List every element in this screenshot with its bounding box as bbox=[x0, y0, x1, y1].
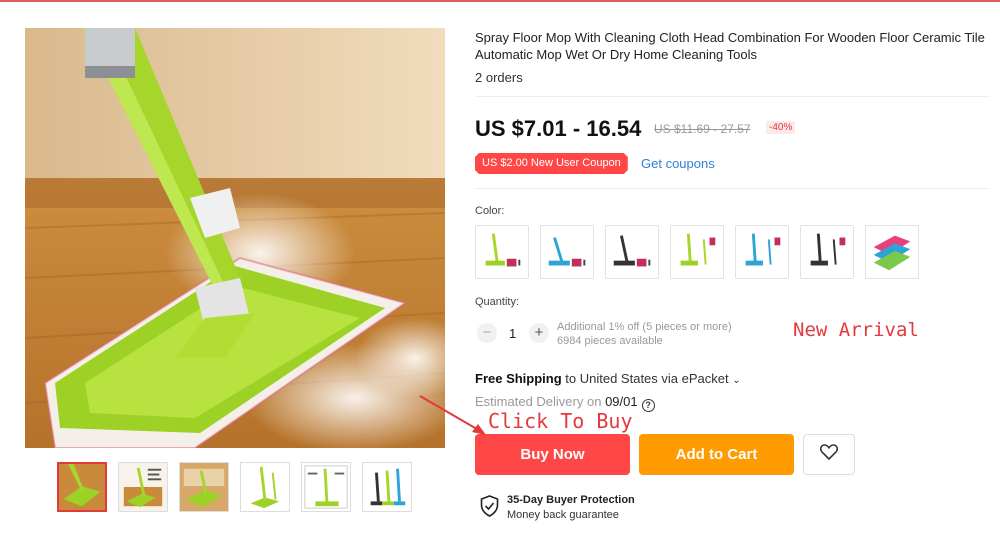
discount-badge: -40% bbox=[766, 121, 796, 134]
bulk-discount-note: Additional 1% off (5 pieces or more) bbox=[557, 321, 732, 333]
thumbnail-2[interactable] bbox=[118, 462, 168, 512]
shipping-destination: to United States via ePacket bbox=[561, 371, 729, 386]
top-border bbox=[0, 0, 1000, 2]
delivery-label: Estimated Delivery on bbox=[475, 394, 606, 409]
swatch-black-mop-2[interactable] bbox=[800, 225, 854, 279]
new-user-coupon[interactable]: US $2.00 New User Coupon bbox=[475, 153, 628, 174]
divider bbox=[475, 188, 990, 189]
shield-check-icon bbox=[480, 495, 499, 522]
quantity-value[interactable]: 1 bbox=[509, 326, 516, 341]
stock-available: 6984 pieces available bbox=[557, 335, 663, 347]
orders-count: 2 orders bbox=[475, 70, 523, 85]
thumbnail-1[interactable] bbox=[57, 462, 107, 512]
heart-icon bbox=[819, 444, 839, 465]
product-title: Spray Floor Mop With Cleaning Cloth Head… bbox=[475, 30, 985, 62]
current-price: US $7.01 - 16.54 bbox=[475, 116, 642, 141]
thumbnail-3[interactable] bbox=[179, 462, 229, 512]
add-to-cart-button[interactable]: Add to Cart bbox=[639, 434, 794, 475]
new-arrival-annotation: New Arrival bbox=[793, 319, 919, 341]
quantity-label: Quantity: bbox=[475, 296, 520, 308]
main-product-image[interactable] bbox=[25, 28, 445, 448]
buy-now-button[interactable]: Buy Now bbox=[475, 434, 630, 475]
color-label: Color: bbox=[475, 205, 505, 217]
swatch-green-mop[interactable] bbox=[475, 225, 529, 279]
swatch-blue-mop-2[interactable] bbox=[735, 225, 789, 279]
thumbnail-strip bbox=[57, 462, 412, 512]
thumbnail-6[interactable] bbox=[362, 462, 412, 512]
shipping-info[interactable]: Free Shipping to United States via ePack… bbox=[475, 371, 741, 386]
quantity-increase-button[interactable]: + bbox=[529, 323, 549, 343]
original-price: US $11.69 - 27.57 bbox=[654, 122, 751, 136]
quantity-note: Additional 1% off (5 pieces or more) 698… bbox=[557, 320, 732, 348]
click-to-buy-annotation: Click To Buy bbox=[488, 409, 633, 433]
color-swatches bbox=[475, 225, 919, 279]
get-coupons-link[interactable]: Get coupons bbox=[641, 156, 715, 171]
swatch-blue-mop[interactable] bbox=[540, 225, 594, 279]
swatch-black-mop[interactable] bbox=[605, 225, 659, 279]
delivery-date: 09/01 bbox=[605, 394, 638, 409]
question-circle-icon[interactable]: ? bbox=[641, 399, 655, 412]
swatch-green-mop-2[interactable] bbox=[670, 225, 724, 279]
divider bbox=[475, 96, 990, 97]
protection-title: 35-Day Buyer Protection bbox=[507, 494, 635, 506]
protection-subtitle: Money back guarantee bbox=[507, 509, 619, 521]
swatch-cloth-pads[interactable] bbox=[865, 225, 919, 279]
thumbnail-4[interactable] bbox=[240, 462, 290, 512]
chevron-down-icon[interactable]: ⌄ bbox=[732, 375, 740, 386]
wishlist-button[interactable] bbox=[803, 434, 855, 475]
thumbnail-5[interactable] bbox=[301, 462, 351, 512]
quantity-decrease-button[interactable]: − bbox=[477, 323, 497, 343]
free-shipping-label: Free Shipping bbox=[475, 371, 562, 386]
